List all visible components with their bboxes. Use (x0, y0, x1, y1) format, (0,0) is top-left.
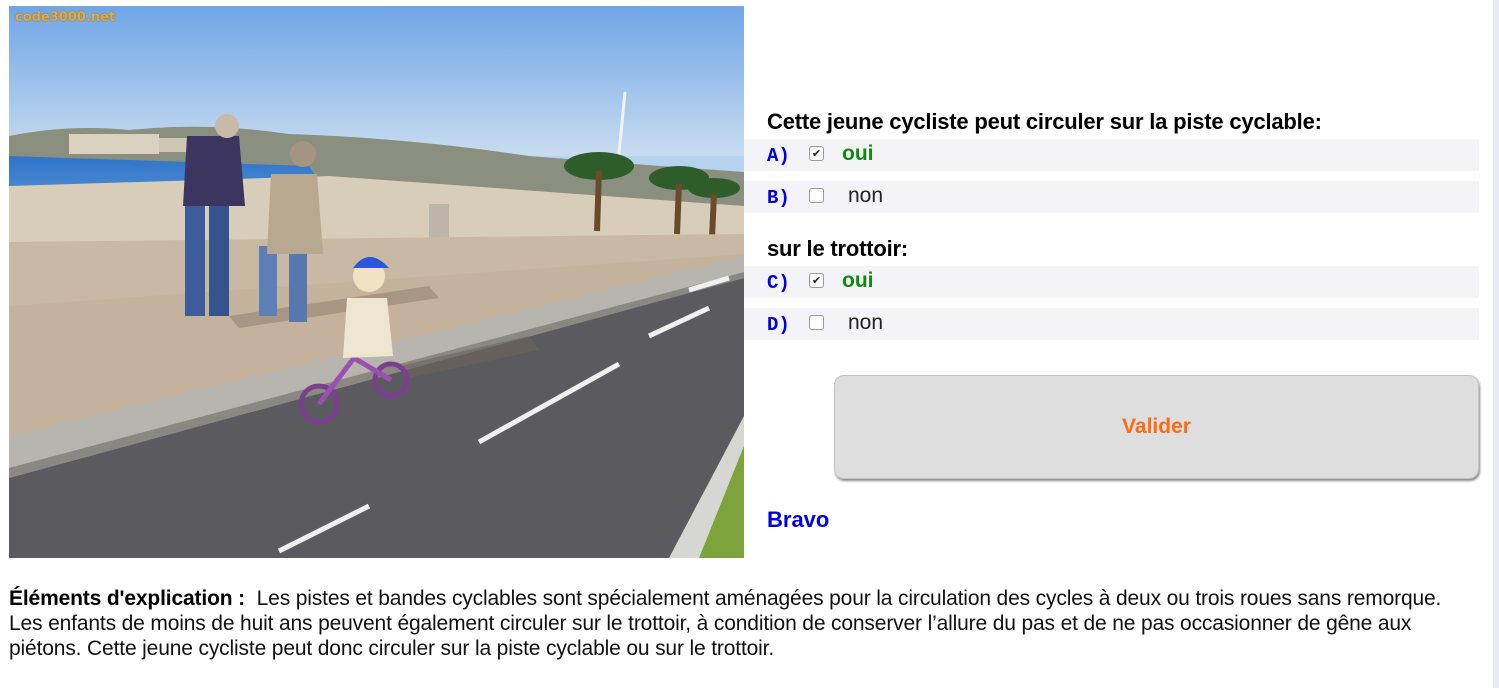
answer-letter: D) (767, 314, 790, 336)
answer-checkbox-c[interactable]: ✔ (809, 273, 824, 288)
answer-text: non (848, 311, 884, 334)
explanation-paragraph: Éléments d'explication : Les pistes et b… (9, 586, 1479, 661)
answer-row-a[interactable]: A) ✔ oui (744, 139, 1479, 171)
cyclist-scene (9, 6, 744, 558)
answer-checkbox-d[interactable] (809, 315, 824, 330)
watermark: code3000.net (15, 10, 116, 25)
explanation-label: Éléments d'explication : (9, 587, 245, 610)
answer-letter: A) (767, 145, 790, 167)
answer-row-d[interactable]: D) non (744, 308, 1479, 340)
question-piste-cyclable: Cette jeune cycliste peut circuler sur l… (767, 109, 1322, 134)
answer-letter: B) (767, 187, 790, 209)
answer-row-b[interactable]: B) non (744, 181, 1479, 213)
answer-text: oui (842, 142, 874, 165)
validate-button[interactable]: Valider (834, 375, 1479, 479)
page-edge (1493, 0, 1499, 688)
question-trottoir: sur le trottoir: (767, 236, 909, 261)
answer-text: non (848, 184, 884, 207)
answer-letter: C) (767, 272, 790, 294)
answer-checkbox-b[interactable] (809, 188, 824, 203)
answer-row-c[interactable]: C) ✔ oui (744, 266, 1479, 298)
feedback-message: Bravo (767, 507, 830, 532)
question-photo: code3000.net (9, 6, 744, 558)
answer-checkbox-a[interactable]: ✔ (809, 146, 824, 161)
answer-text: oui (842, 269, 874, 292)
